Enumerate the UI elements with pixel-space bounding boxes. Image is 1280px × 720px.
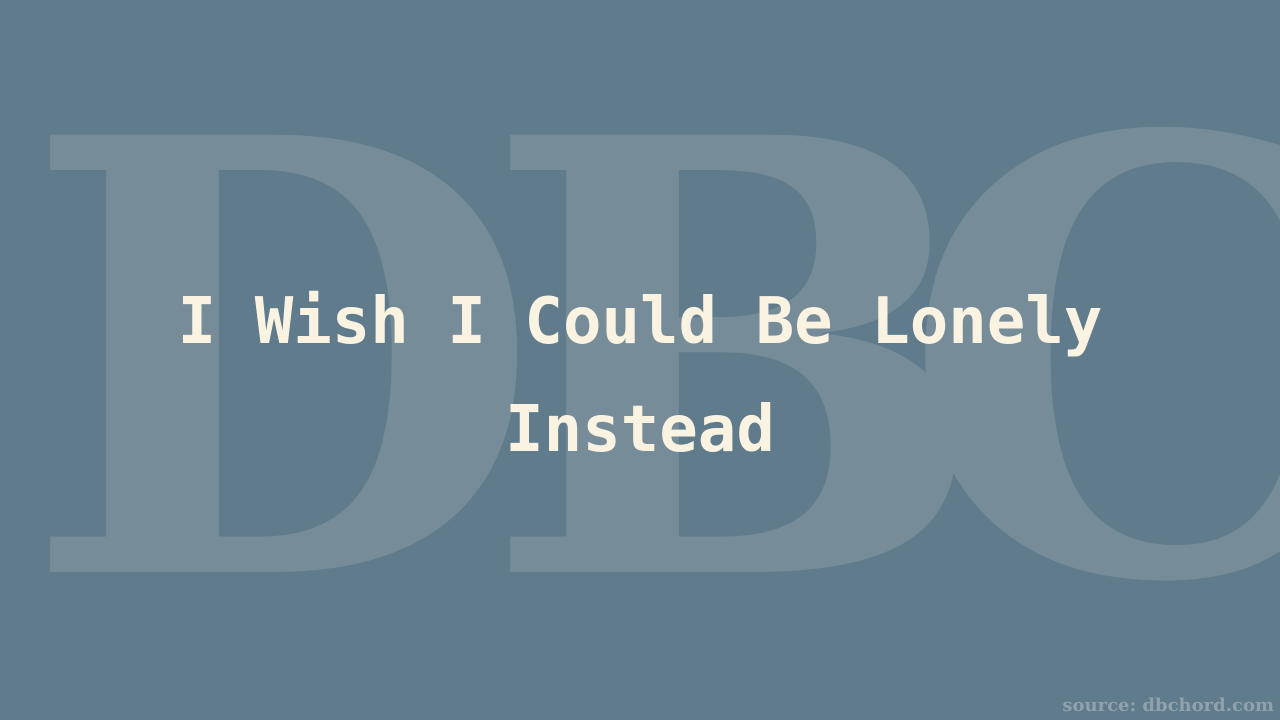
song-title: I Wish I Could Be Lonely Instead — [177, 285, 1103, 467]
source-credit: source: dbchord.com — [1062, 695, 1274, 716]
